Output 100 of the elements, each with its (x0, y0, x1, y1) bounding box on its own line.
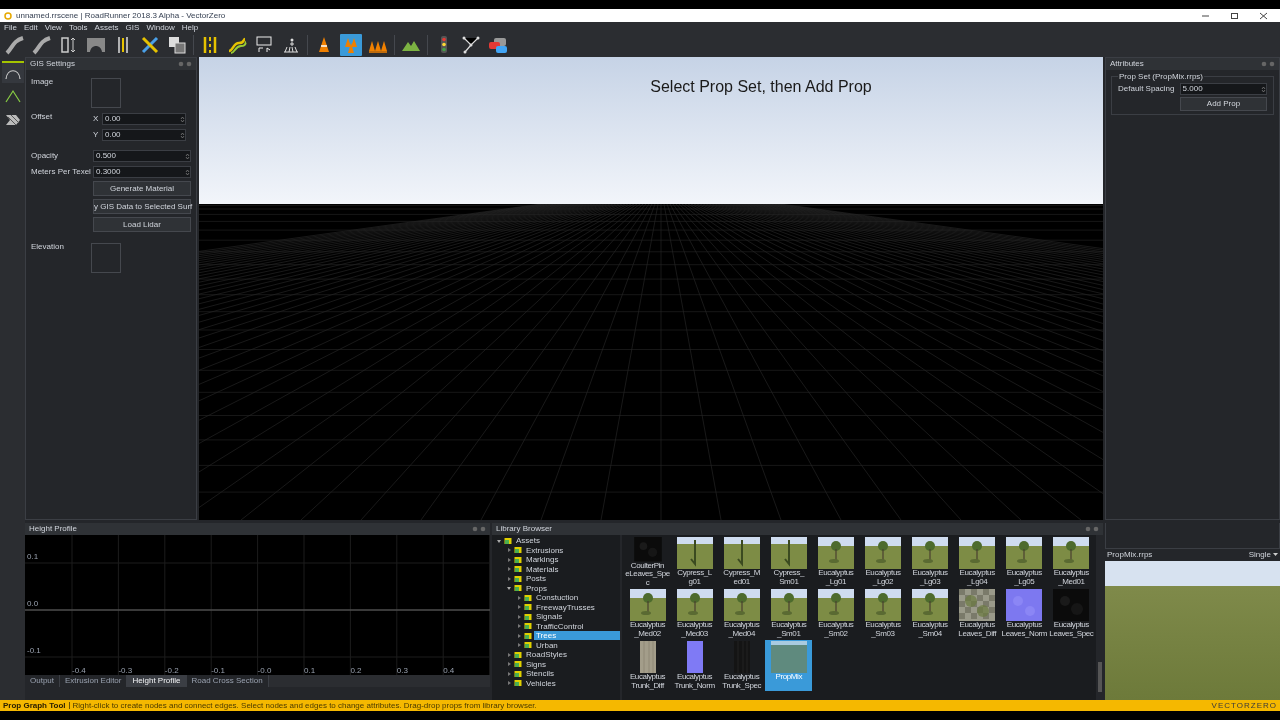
collapsed-caret-icon[interactable] (506, 661, 512, 668)
tree-item[interactable]: Signs (524, 659, 620, 669)
number-field[interactable]: 5.000 (1179, 83, 1267, 95)
spinner-icon[interactable] (180, 131, 185, 139)
tree-item[interactable]: Constuction (534, 593, 620, 603)
tool-button[interactable] (139, 34, 161, 56)
asset-tile[interactable]: Cypress_ Sm01 (765, 536, 813, 587)
spinner-icon[interactable] (1261, 85, 1266, 93)
asset-tile[interactable]: Eucalyptus _Sm03 (859, 588, 907, 639)
asset-tile[interactable]: Eucalyptus _Sm02 (812, 588, 860, 639)
number-field[interactable]: 0.3000 (93, 166, 191, 178)
tree-item[interactable]: Vehicles (524, 678, 620, 688)
panel-tab[interactable]: Output (25, 675, 60, 687)
tree-item[interactable]: Assets (514, 536, 620, 546)
asset-tile[interactable]: Eucalyptus _Med02 (624, 588, 671, 639)
number-field[interactable]: 0.00 (102, 113, 186, 125)
menu-item[interactable]: Tools (68, 23, 88, 32)
asset-tile[interactable]: Eucalyptus Trunk_Spec (718, 640, 766, 691)
collapsed-caret-icon[interactable] (506, 566, 512, 573)
panel-controls-icon[interactable] (1085, 526, 1099, 532)
number-field[interactable]: 0.500 (93, 150, 191, 162)
panel-tab[interactable]: Height Profile (127, 675, 187, 687)
expanded-caret-icon[interactable] (506, 585, 512, 592)
tree-item[interactable]: Props (524, 583, 620, 593)
expanded-caret-icon[interactable] (496, 537, 502, 544)
asset-tile[interactable]: Eucalyptus Leaves_Diff (953, 588, 1001, 639)
asset-tile[interactable]: Eucalyptus _Lg05 (1000, 536, 1048, 587)
collapsed-caret-icon[interactable] (516, 594, 522, 601)
asset-tile[interactable]: Cypress_L g01 (671, 536, 719, 587)
asset-tile[interactable]: Cypress_M ed01 (718, 536, 766, 587)
tree-item[interactable]: Markings (524, 555, 620, 565)
panel-tab[interactable]: Road Cross Section (186, 675, 269, 687)
panel-tab[interactable]: Extrusion Editor (60, 675, 128, 687)
curved-road-icon (227, 35, 247, 55)
status-message: Right-click to create nodes and connect edges. Select nodes and edges to change attributes. Drag-drop props from library browser. (72, 701, 538, 710)
side-tool-button[interactable] (1, 61, 24, 83)
view-mode-dropdown[interactable]: Single (1248, 551, 1278, 559)
tool-button[interactable] (460, 34, 482, 56)
tool-button[interactable] (31, 34, 53, 56)
collapsed-caret-icon[interactable] (516, 623, 522, 630)
asset-tile[interactable]: Eucalyptus _Lg04 (953, 536, 1001, 587)
collapsed-caret-icon[interactable] (516, 642, 522, 649)
axis-label: 0.4 (443, 667, 455, 675)
asset-tile[interactable]: Eucalyptus Leaves_Spec (1047, 588, 1095, 639)
spinner-icon[interactable] (185, 152, 190, 160)
field-label: Opacity (31, 152, 60, 160)
collapsed-caret-icon[interactable] (516, 613, 522, 620)
asset-tile[interactable]: Eucalyptus _Lg01 (812, 536, 860, 587)
asset-tile[interactable]: Eucalyptus _Lg02 (859, 536, 907, 587)
collapsed-caret-icon[interactable] (516, 632, 522, 639)
asset-tile[interactable]: Eucalyptus _Lg03 (906, 536, 954, 587)
menu-item[interactable]: GIS (125, 23, 140, 32)
tree-item[interactable]: Signals (534, 612, 620, 622)
panel-controls-icon[interactable] (472, 526, 486, 532)
collapsed-caret-icon[interactable] (506, 547, 512, 554)
tree-thumbnail (770, 589, 807, 621)
close-icon[interactable] (1259, 11, 1268, 20)
panel-controls-icon[interactable] (178, 61, 192, 67)
collapsed-caret-icon[interactable] (506, 670, 512, 677)
spinner-icon[interactable] (185, 168, 190, 176)
spinner-icon[interactable] (180, 115, 185, 123)
menu-item[interactable]: File (4, 23, 17, 32)
asset-tile[interactable]: Eucalyptus _Sm01 (765, 588, 813, 639)
menu-item[interactable]: Help (181, 23, 199, 32)
collapsed-caret-icon[interactable] (506, 680, 512, 687)
collapsed-caret-icon[interactable] (506, 556, 512, 563)
tree-item[interactable]: Materials (524, 564, 620, 574)
scroll-bar[interactable] (1096, 535, 1103, 700)
asset-tile[interactable]: Eucalyptus Leaves_Norm (1000, 588, 1048, 639)
tree-item[interactable]: Stencils (524, 669, 620, 679)
asset-tile[interactable]: Eucalyptus _Med01 (1047, 536, 1095, 587)
menu-item[interactable]: View (44, 23, 62, 32)
tree-item[interactable]: Extrusions (524, 545, 620, 555)
tree-item[interactable]: RoadStyles (524, 650, 620, 660)
collapsed-caret-icon[interactable] (506, 575, 512, 582)
asset-tile[interactable]: Eucalyptus _Sm04 (906, 588, 954, 639)
number-field[interactable]: 0.00 (102, 129, 186, 141)
panel-button[interactable]: y GIS Data to Selected Surf (93, 199, 191, 214)
cypress-thumbnail (676, 537, 713, 569)
tree-item[interactable]: Posts (524, 574, 620, 584)
tree-item[interactable]: FreewayTrusses (534, 602, 620, 612)
asset-tile[interactable]: Eucalyptus Trunk_Norm (671, 640, 719, 691)
tree-item[interactable]: Urban (534, 640, 620, 650)
tool-button[interactable] (4, 34, 26, 56)
panel-button[interactable]: Generate Material (93, 181, 191, 196)
menu-item[interactable]: Edit (23, 23, 38, 32)
add-prop-button[interactable]: Add Prop (1180, 97, 1267, 111)
panel-button[interactable]: Load Lidar (93, 217, 191, 232)
maximize-icon[interactable] (1230, 11, 1239, 20)
tree-item[interactable]: TrafficControl (534, 621, 620, 631)
collapsed-caret-icon[interactable] (516, 604, 522, 611)
menu-item[interactable]: Assets (94, 23, 119, 32)
asset-tile[interactable]: Eucalyptus Trunk_Diff (624, 640, 671, 691)
asset-tile[interactable]: CoulterPin eLeaves_Spec (624, 536, 671, 587)
asset-tile[interactable]: Eucalyptus _Med03 (671, 588, 719, 639)
asset-tile[interactable]: Eucalyptus _Med04 (718, 588, 766, 639)
panel-controls-icon[interactable] (1261, 61, 1275, 67)
collapsed-caret-icon[interactable] (506, 651, 512, 658)
menu-item[interactable]: Window (146, 23, 175, 32)
tool-button[interactable] (166, 34, 188, 56)
